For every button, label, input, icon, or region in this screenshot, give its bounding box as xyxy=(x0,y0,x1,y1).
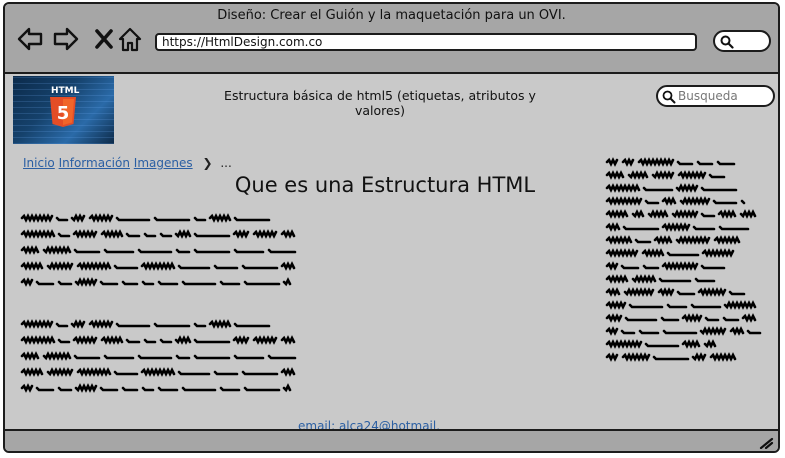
close-x-icon[interactable] xyxy=(91,26,117,52)
scribble-line xyxy=(20,319,271,329)
html5-shield-icon: 5 xyxy=(50,97,76,127)
scribble-line xyxy=(605,261,726,271)
scribble-line xyxy=(20,335,296,345)
scribble-line xyxy=(20,261,296,271)
scribble-line xyxy=(605,300,757,310)
breadcrumb-imagenes[interactable]: Imagenes xyxy=(134,156,193,170)
scribble-line xyxy=(20,367,296,377)
status-bar xyxy=(5,429,778,451)
scribble-line xyxy=(605,170,726,180)
scribble-line xyxy=(605,326,762,336)
scribble-line xyxy=(605,339,717,349)
scribble-line xyxy=(607,225,754,229)
scribble-line xyxy=(20,213,271,223)
scribble-line xyxy=(20,351,297,361)
page-heading: Estructura básica de html5 (etiquetas, a… xyxy=(224,88,536,118)
url-bar[interactable]: https://HtmlDesign.com.co xyxy=(155,33,697,51)
scribble-line xyxy=(605,157,736,167)
scribble-line xyxy=(605,196,746,206)
browser-chrome: Diseño: Crear el Guión y la maquetación … xyxy=(5,4,778,74)
resize-grip-icon[interactable] xyxy=(758,435,774,449)
site-search-box[interactable] xyxy=(656,85,775,107)
scribble-line xyxy=(607,238,744,242)
scribble-line xyxy=(605,183,738,193)
breadcrumb-inicio[interactable]: Inicio xyxy=(23,156,55,170)
breadcrumb-trail: ... xyxy=(220,156,232,170)
scribble-line xyxy=(605,209,757,219)
search-input[interactable] xyxy=(678,88,768,104)
browser-search-button[interactable] xyxy=(713,30,771,52)
placeholder-text-block xyxy=(20,319,297,393)
scribble-line xyxy=(605,313,757,323)
search-icon xyxy=(720,35,734,49)
placeholder-text-block xyxy=(20,213,297,287)
main-title: Que es una Estructura HTML xyxy=(234,173,536,197)
scribble-line xyxy=(20,245,297,255)
browser-window: Diseño: Crear el Guión y la maquetación … xyxy=(3,2,780,453)
scribble-line xyxy=(20,383,292,393)
logo-badge: 5 xyxy=(57,103,70,124)
back-arrow-icon[interactable] xyxy=(17,26,43,52)
search-icon xyxy=(662,90,676,104)
scribble-line xyxy=(20,229,296,239)
window-title: Diseño: Crear el Guión y la maquetación … xyxy=(217,8,566,23)
breadcrumb: Inicio Información Imagenes ❯ ... xyxy=(23,156,232,170)
home-icon[interactable] xyxy=(117,26,143,52)
forward-arrow-icon[interactable] xyxy=(53,26,79,52)
chevron-right-icon: ❯ xyxy=(202,156,213,170)
scribble-line xyxy=(605,352,737,362)
scribble-line xyxy=(605,287,746,297)
logo-text: HTML xyxy=(51,86,80,96)
scribble-line xyxy=(20,277,292,287)
scribble-line xyxy=(605,274,716,284)
scribble-line xyxy=(605,248,735,258)
html5-logo: HTML 5 xyxy=(13,76,114,144)
breadcrumb-informacion[interactable]: Información xyxy=(59,156,130,170)
sidebar-placeholder-text xyxy=(605,157,762,362)
